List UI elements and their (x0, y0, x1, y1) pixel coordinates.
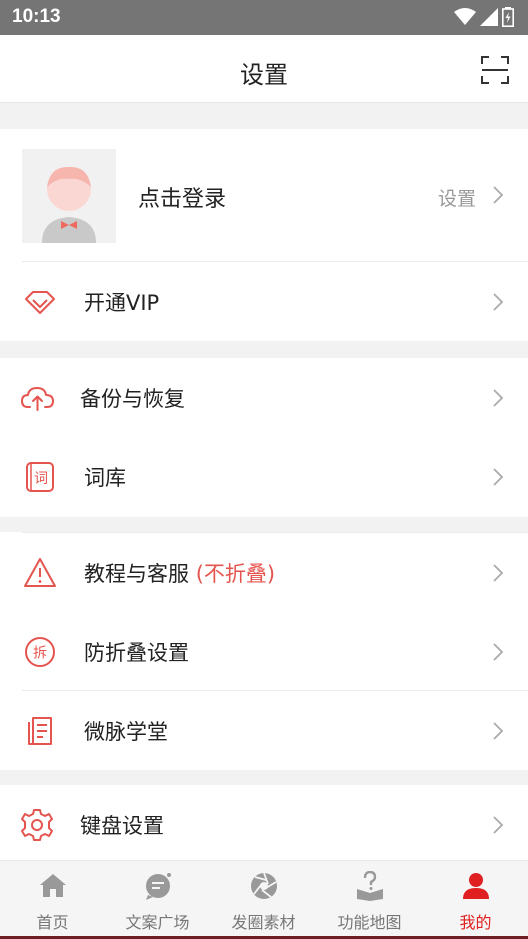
battery-icon (502, 7, 514, 27)
menu-item-school[interactable]: 微脉学堂 (0, 691, 528, 770)
chevron-right-icon (493, 388, 504, 407)
nav-label: 文案广场 (125, 913, 190, 932)
nav-item-materials[interactable]: 发圈素材 (211, 861, 316, 939)
warning-icon (24, 557, 56, 587)
chat-icon (145, 873, 171, 900)
chevron-right-icon (493, 816, 504, 834)
menu-label: 教程与客服 (不折叠) (84, 558, 275, 588)
status-bar: 10:13 (0, 0, 528, 35)
help-card: 教程与客服 (不折叠) 拆 防折叠设置 微脉学堂 (0, 532, 528, 770)
aperture-icon (250, 872, 277, 899)
status-icons (454, 7, 514, 27)
not-folded-badge: (不折叠) (195, 561, 276, 586)
signal-icon (480, 8, 498, 26)
login-label: 点击登录 (138, 187, 227, 212)
nav-item-home[interactable]: 首页 (0, 861, 105, 939)
menu-item-tutorial[interactable]: 教程与客服 (不折叠) (0, 533, 528, 612)
profile-card: 点击登录 设置 开通VIP (0, 129, 528, 341)
profile-settings-link[interactable]: 设置 (438, 184, 476, 211)
nav-item-feature-map[interactable]: 功能地图 (317, 861, 422, 939)
user-icon (462, 873, 489, 899)
profile-row[interactable]: 点击登录 设置 (0, 129, 528, 261)
status-time: 10:13 (12, 6, 61, 27)
chevron-right-icon (493, 292, 504, 311)
bottom-nav: 首页 文案广场 发圈素材 功能地图 我的 (0, 860, 528, 939)
menu-label: 键盘设置 (80, 814, 164, 838)
nav-item-copywriting-square[interactable]: 文案广场 (105, 861, 210, 939)
home-icon (39, 874, 66, 897)
menu-item-backup[interactable]: 备份与恢复 (0, 358, 528, 437)
chevron-right-icon (493, 563, 504, 582)
keyboard-card: 键盘设置 (0, 785, 528, 860)
chevron-right-icon (493, 721, 504, 740)
menu-item-keyboard[interactable]: 键盘设置 (0, 785, 528, 865)
nav-label: 我的 (459, 913, 492, 932)
page-title: 设置 (240, 61, 288, 89)
diamond-icon (25, 290, 55, 314)
menu-label: 微脉学堂 (84, 719, 168, 744)
nav-label: 功能地图 (337, 913, 402, 932)
title-bar: 设置 (0, 35, 528, 103)
nav-item-mine[interactable]: 我的 (423, 861, 528, 939)
menu-label: 词库 (84, 466, 126, 490)
menu-item-lexicon[interactable]: 词 词库 (0, 437, 528, 517)
nav-label: 发圈素材 (231, 913, 296, 932)
data-card: 备份与恢复 词 词库 (0, 358, 528, 517)
document-icon (28, 716, 52, 745)
default-avatar-icon (22, 149, 116, 243)
wifi-icon (454, 8, 476, 25)
menu-label: 开通VIP (84, 290, 160, 315)
gear-icon (21, 809, 53, 841)
tutorial-label: 教程与客服 (84, 561, 189, 586)
cloud-upload-icon (21, 386, 54, 411)
chevron-right-icon (493, 468, 504, 486)
chevron-right-icon (493, 642, 504, 661)
menu-item-vip[interactable]: 开通VIP (0, 262, 528, 341)
svg-text:词: 词 (34, 471, 48, 487)
chevron-right-icon (493, 186, 504, 204)
avatar (22, 149, 116, 243)
nav-label: 首页 (36, 913, 69, 932)
menu-item-anti-fold[interactable]: 拆 防折叠设置 (0, 612, 528, 691)
help-book-icon (356, 871, 383, 901)
menu-label: 备份与恢复 (80, 386, 185, 411)
svg-text:拆: 拆 (33, 645, 47, 661)
anti-fold-icon: 拆 (25, 636, 55, 667)
menu-label: 防折叠设置 (84, 640, 189, 665)
scan-icon[interactable] (480, 55, 510, 85)
lexicon-icon: 词 (26, 462, 54, 492)
